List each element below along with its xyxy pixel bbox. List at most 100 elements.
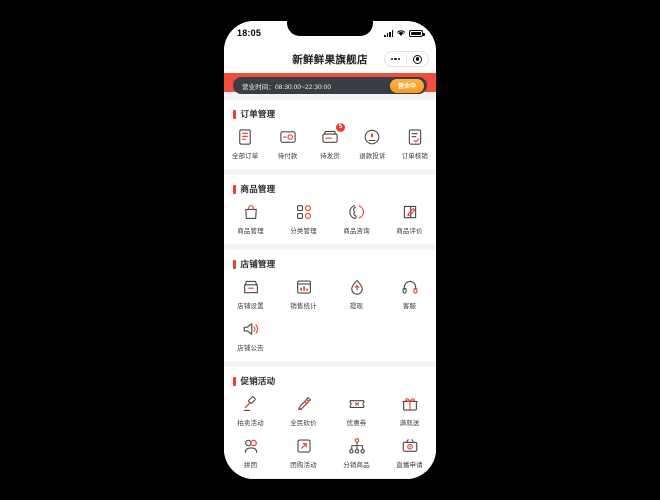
section-card: 促销活动拍卖活动 全民砍价 优惠券 满就送拼团 团购活动 分销商品 直播申请 — [224, 367, 436, 478]
section-header: 促销活动 — [224, 375, 436, 387]
grid-item-label: 商品评价 — [396, 228, 423, 235]
more-dots-icon[interactable] — [385, 57, 406, 61]
grid-item-label: 优惠券 — [346, 420, 367, 427]
refund-complaint-icon — [362, 127, 382, 147]
grid-item-label: 销售统计 — [290, 303, 317, 310]
phone-screen: 18:05 新鲜鲜果旗舰店 营业时间：08:30:00~22:30:00 营业中… — [224, 21, 436, 479]
section-card: 店铺管理店铺设置 销售统计 提现 客服店铺公告 — [224, 250, 436, 361]
status-indicators — [384, 29, 425, 37]
icon-grid: 店铺设置 销售统计 提现 客服店铺公告 — [224, 277, 436, 352]
sales-chart-icon — [294, 277, 314, 297]
grid-item[interactable]: 全民砍价 — [277, 394, 330, 427]
group-buy-icon — [241, 436, 261, 456]
grid-item[interactable]: 商品评价 — [383, 202, 436, 235]
grid-item-label: 全部订单 — [231, 153, 259, 160]
section-card: 商品管理 商品管理 分类管理 商品咨询 商品评价 — [224, 175, 436, 244]
status-bar: 18:05 — [224, 21, 436, 45]
icon-grid: 商品管理 分类管理 商品咨询 商品评价 — [224, 202, 436, 235]
grid-item-label: 订单核销 — [401, 153, 428, 160]
shop-settings-icon — [241, 277, 261, 297]
section-title: 店铺管理 — [240, 259, 276, 269]
section-card: 订单管理全部订单 待付款 5 待发货 退款投诉 订单核销 — [224, 100, 436, 169]
grid-item[interactable]: 待付款 — [266, 127, 308, 160]
wifi-icon — [396, 29, 406, 37]
grid-item-label: 分类管理 — [290, 228, 317, 235]
icon-grid: 拍卖活动 全民砍价 优惠券 满就送拼团 团购活动 分销商品 直播申请 — [224, 394, 436, 469]
grid-item[interactable]: 团购活动 — [277, 436, 330, 469]
grid-item-label: 团购活动 — [290, 462, 317, 469]
target-circle-icon[interactable] — [407, 54, 428, 64]
gift-box-icon — [400, 394, 420, 414]
grid-item[interactable]: 优惠券 — [330, 394, 383, 427]
grid-item[interactable]: 店铺设置 — [224, 277, 277, 310]
section-title: 商品管理 — [240, 184, 276, 194]
store-header-strip: 营业时间：08:30:00~22:30:00 营业中 — [224, 73, 436, 94]
coupon-ticket-icon — [347, 394, 367, 414]
section-accent-bar — [233, 376, 236, 386]
icon-grid: 全部订单 待付款 5 待发货 退款投诉 订单核销 — [224, 123, 436, 160]
category-grid-icon — [294, 202, 314, 222]
grid-item[interactable]: 拼团 — [224, 436, 277, 469]
all-orders-icon — [235, 127, 255, 147]
cellular-signal-icon — [384, 29, 393, 37]
grid-item-label: 提现 — [349, 303, 364, 310]
review-edit-icon — [400, 202, 420, 222]
grid-item-label: 待付款 — [277, 153, 298, 160]
grid-item[interactable]: 销售统计 — [277, 277, 330, 310]
headset-support-icon — [400, 277, 420, 297]
grid-item[interactable]: 订单核销 — [394, 127, 436, 160]
section-header: 店铺管理 — [224, 258, 436, 270]
distribution-network-icon — [347, 436, 367, 456]
grid-item-label: 退款投诉 — [359, 153, 386, 160]
grid-item-label: 拼团 — [243, 462, 258, 469]
count-badge: 5 — [335, 123, 345, 132]
pending-shipment-icon: 5 — [320, 123, 345, 147]
grid-item[interactable]: 直播申请 — [383, 436, 436, 469]
grid-item[interactable]: 满就送 — [383, 394, 436, 427]
grid-item-label: 商品管理 — [237, 228, 264, 235]
screenshot-stage: 18:05 新鲜鲜果旗舰店 营业时间：08:30:00~22:30:00 营业中… — [0, 0, 660, 500]
grid-item[interactable]: 商品管理 — [224, 202, 277, 235]
grid-item[interactable]: 5 待发货 — [309, 123, 351, 160]
grid-item[interactable]: 分销商品 — [330, 436, 383, 469]
business-hours-bar: 营业时间：08:30:00~22:30:00 营业中 — [233, 77, 427, 94]
business-hours-text: 营业时间：08:30:00~22:30:00 — [242, 83, 332, 91]
section-header: 商品管理 — [224, 183, 436, 195]
grid-item[interactable]: 商品咨询 — [330, 202, 383, 235]
phone-frame: 18:05 新鲜鲜果旗舰店 营业时间：08:30:00~22:30:00 营业中… — [224, 21, 436, 479]
product-bag-icon — [241, 202, 261, 222]
bargain-knife-icon — [294, 394, 314, 414]
grid-item-label: 直播申请 — [396, 462, 423, 469]
grid-item-label: 商品咨询 — [343, 228, 370, 235]
section-header: 订单管理 — [224, 108, 436, 120]
order-verification-icon — [405, 127, 425, 147]
grid-item-label: 拍卖活动 — [237, 420, 264, 427]
miniprogram-capsule — [384, 51, 429, 67]
grid-item[interactable]: 客服 — [383, 277, 436, 310]
grid-item-label: 全民砍价 — [290, 420, 317, 427]
grid-item-label: 待发货 — [320, 153, 340, 160]
battery-icon — [409, 30, 425, 37]
grid-item[interactable]: 分类管理 — [277, 202, 330, 235]
section-title: 促销活动 — [240, 376, 276, 386]
withdraw-money-icon — [347, 277, 367, 297]
pending-payment-icon — [278, 127, 298, 147]
group-deal-icon — [294, 436, 314, 456]
notch — [287, 21, 373, 36]
phone-consult-icon — [347, 202, 367, 222]
sections-container: 订单管理 全部订单 待付款 5 待发货 退款投诉 订单核销 商品管理 商品管理 分类管理 商品咨询商… — [224, 100, 436, 479]
grid-item[interactable]: 拍卖活动 — [224, 394, 277, 427]
grid-item[interactable]: 提现 — [330, 277, 383, 310]
status-badge: 营业中 — [389, 78, 424, 93]
grid-item[interactable]: 退款投诉 — [351, 127, 393, 160]
section-accent-bar — [233, 259, 236, 269]
section-accent-bar — [233, 184, 236, 194]
nav-bar: 新鲜鲜果旗舰店 — [224, 45, 436, 73]
livestream-camera-icon — [400, 436, 420, 456]
auction-gavel-icon — [241, 394, 261, 414]
grid-item[interactable]: 店铺公告 — [224, 319, 277, 352]
grid-item-label: 分销商品 — [343, 462, 370, 469]
grid-item-label: 店铺公告 — [237, 345, 264, 352]
status-time: 18:05 — [237, 28, 262, 38]
grid-item[interactable]: 全部订单 — [224, 127, 266, 160]
